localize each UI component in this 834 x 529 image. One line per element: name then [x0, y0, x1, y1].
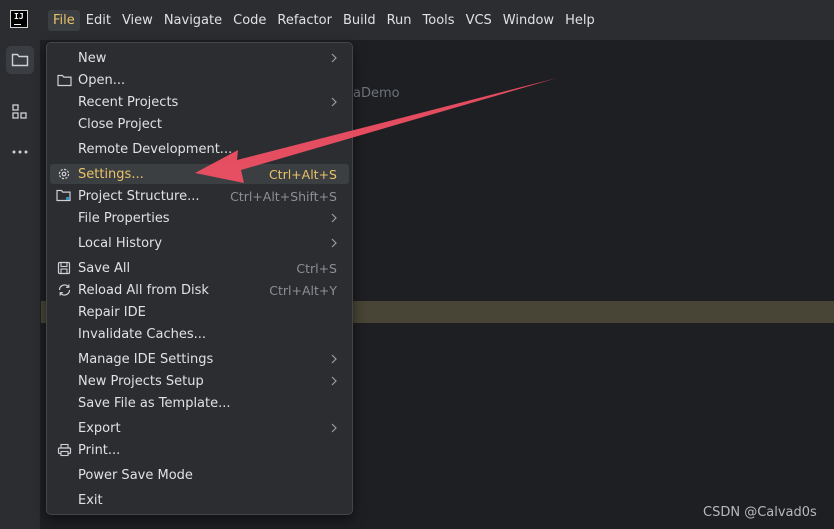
- menu-item-new-projects-setup[interactable]: New Projects Setup: [50, 371, 349, 391]
- menu-item-label: Invalidate Caches...: [78, 326, 207, 342]
- structure-icon: [12, 104, 27, 119]
- print-icon: [56, 442, 72, 458]
- menu-navigate[interactable]: Navigate: [159, 10, 227, 31]
- save-icon: [56, 260, 72, 276]
- menu-code[interactable]: Code: [228, 10, 271, 31]
- menu-item-label: Print...: [78, 442, 121, 458]
- menu-item-local-history[interactable]: Local History: [50, 233, 349, 253]
- menu-item-label: Local History: [78, 235, 163, 251]
- menu-refactor[interactable]: Refactor: [272, 10, 337, 31]
- menu-help[interactable]: Help: [560, 10, 600, 31]
- menu-item-label: Project Structure...: [78, 188, 200, 204]
- menu-view[interactable]: View: [117, 10, 158, 31]
- menu-item-label: Manage IDE Settings: [78, 351, 214, 367]
- menu-item-power-save-mode[interactable]: Power Save Mode: [50, 465, 349, 485]
- menu-item-manage-ide-settings[interactable]: Manage IDE Settings: [50, 349, 349, 369]
- menu-item-save-file-as-template[interactable]: Save File as Template...: [50, 393, 349, 413]
- menu-item-label: File Properties: [78, 210, 170, 226]
- menu-item-close-project[interactable]: Close Project: [50, 114, 349, 134]
- menu-items: File Edit View Navigate Code Refactor Bu…: [48, 0, 601, 40]
- menu-item-label: Close Project: [78, 116, 163, 132]
- menu-item-project-structure[interactable]: Project Structure... Ctrl+Alt+Shift+S: [50, 186, 349, 206]
- menu-item-label: Exit: [78, 492, 103, 508]
- menu-item-exit[interactable]: Exit: [50, 490, 349, 510]
- tool-window-strip: [0, 40, 41, 529]
- menu-edit[interactable]: Edit: [81, 10, 116, 31]
- structure-tool-button[interactable]: [6, 98, 34, 126]
- menu-item-label: Open...: [78, 72, 126, 88]
- menu-item-label: Power Save Mode: [78, 467, 193, 483]
- chevron-right-icon: [331, 238, 337, 248]
- menu-item-settings[interactable]: Settings... Ctrl+Alt+S: [50, 164, 349, 184]
- menu-item-print[interactable]: Print...: [50, 440, 349, 460]
- more-icon: [12, 150, 28, 154]
- menu-window[interactable]: Window: [498, 10, 559, 31]
- watermark-text: CSDN @Calvad0s: [703, 505, 817, 520]
- menu-item-save-all[interactable]: Save All Ctrl+S: [50, 258, 349, 278]
- menu-vcs[interactable]: VCS: [461, 10, 497, 31]
- menu-item-shortcut: Ctrl+Alt+S: [268, 166, 337, 182]
- menu-item-invalidate-caches[interactable]: Invalidate Caches...: [50, 324, 349, 344]
- editor-hint-text: aDemo: [353, 86, 400, 101]
- menu-file[interactable]: File: [48, 9, 80, 31]
- menu-item-label: Recent Projects: [78, 94, 179, 110]
- menu-item-shortcut: Ctrl+Alt+Shift+S: [230, 188, 337, 204]
- chevron-right-icon: [331, 423, 337, 433]
- chevron-right-icon: [331, 213, 337, 223]
- reload-icon: [56, 282, 72, 298]
- menu-tools[interactable]: Tools: [418, 10, 460, 31]
- gear-icon: [56, 166, 72, 182]
- folder-icon: [56, 72, 72, 88]
- menu-item-label: New: [78, 50, 107, 66]
- menu-item-new[interactable]: New: [50, 48, 349, 68]
- menu-item-reload-all[interactable]: Reload All from Disk Ctrl+Alt+Y: [50, 280, 349, 300]
- menu-item-shortcut: Ctrl+Alt+Y: [269, 282, 337, 298]
- file-menu-dropdown: New Open... Recent Projects Close Projec…: [46, 42, 353, 515]
- menu-item-repair-ide[interactable]: Repair IDE: [50, 302, 349, 322]
- project-tool-button[interactable]: [6, 46, 34, 74]
- folder-icon: [11, 53, 29, 67]
- menu-item-shortcut: Ctrl+S: [296, 260, 337, 276]
- menu-item-file-properties[interactable]: File Properties: [50, 208, 349, 228]
- menu-item-label: New Projects Setup: [78, 373, 204, 389]
- menu-item-label: Save File as Template...: [78, 395, 231, 411]
- chevron-right-icon: [331, 53, 337, 63]
- menu-item-label: Export: [78, 420, 121, 436]
- menu-item-label: Save All: [78, 260, 131, 276]
- menu-item-label: Repair IDE: [78, 304, 146, 320]
- menu-item-label: Reload All from Disk: [78, 282, 209, 298]
- menu-item-label: Remote Development...: [78, 141, 233, 157]
- project-structure-icon: [56, 188, 72, 204]
- menu-item-remote-development[interactable]: Remote Development...: [50, 139, 349, 159]
- menu-bar: IJ File Edit View Navigate Code Refactor…: [0, 0, 834, 40]
- chevron-right-icon: [331, 376, 337, 386]
- more-tools-button[interactable]: [6, 138, 34, 166]
- chevron-right-icon: [331, 354, 337, 364]
- menu-run[interactable]: Run: [382, 10, 417, 31]
- intellij-logo-icon[interactable]: IJ: [10, 10, 28, 28]
- menu-build[interactable]: Build: [338, 10, 381, 31]
- chevron-right-icon: [331, 97, 337, 107]
- menu-item-open[interactable]: Open...: [50, 70, 349, 90]
- menu-item-recent-projects[interactable]: Recent Projects: [50, 92, 349, 112]
- menu-item-label: Settings...: [78, 166, 144, 182]
- menu-item-export[interactable]: Export: [50, 418, 349, 438]
